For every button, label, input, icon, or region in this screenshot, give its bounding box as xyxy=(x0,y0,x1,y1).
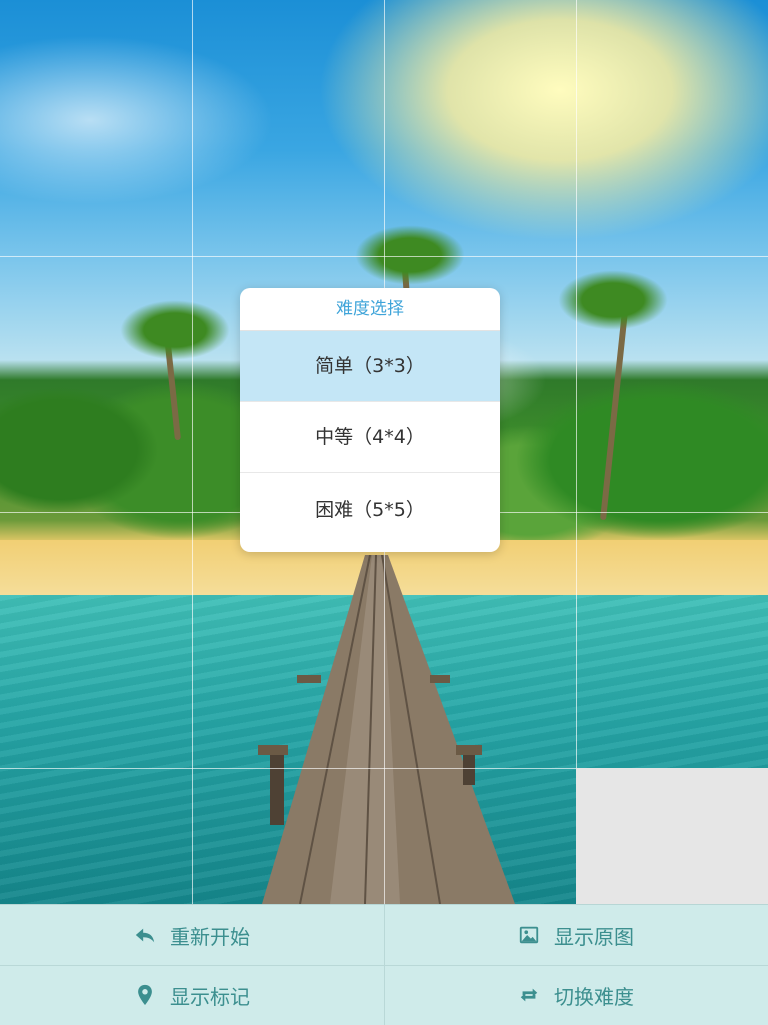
option-hard[interactable]: 困难（5*5） xyxy=(240,473,500,552)
image-icon xyxy=(518,924,540,946)
restart-label: 重新开始 xyxy=(170,924,250,949)
reply-arrow-icon xyxy=(134,924,156,946)
option-medium[interactable]: 中等（4*4） xyxy=(240,402,500,473)
map-pin-icon xyxy=(134,984,156,1006)
palm-fronds xyxy=(355,225,465,285)
option-easy[interactable]: 简单（3*3） xyxy=(240,331,500,402)
switch-difficulty-button[interactable]: 切换难度 xyxy=(384,965,768,1025)
show-original-label: 显示原图 xyxy=(554,924,634,949)
palm-fronds xyxy=(558,270,668,330)
repeat-icon xyxy=(518,984,540,1006)
difficulty-dialog: 难度选择 简单（3*3） 中等（4*4） 困难（5*5） xyxy=(240,288,500,552)
empty-tile[interactable] xyxy=(576,768,768,904)
grid-line xyxy=(0,256,768,257)
show-original-button[interactable]: 显示原图 xyxy=(384,905,768,965)
bottom-toolbar: 重新开始 显示原图 显示标记 切换难度 xyxy=(0,904,768,1025)
show-marks-button[interactable]: 显示标记 xyxy=(0,965,384,1025)
dialog-title: 难度选择 xyxy=(240,288,500,331)
show-marks-label: 显示标记 xyxy=(170,984,250,1009)
switch-difficulty-label: 切换难度 xyxy=(554,984,634,1009)
palm-fronds xyxy=(120,300,230,360)
restart-button[interactable]: 重新开始 xyxy=(0,905,384,965)
